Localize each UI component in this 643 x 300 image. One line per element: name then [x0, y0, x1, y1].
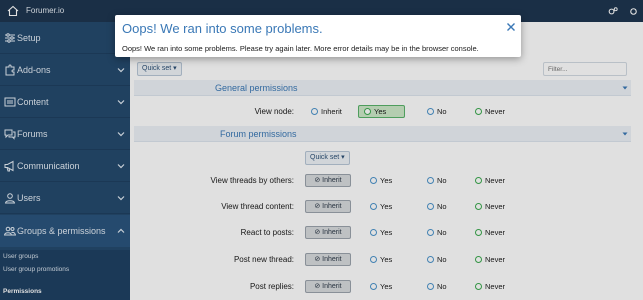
- option-yes[interactable]: Yes: [370, 202, 392, 211]
- content-icon: [4, 97, 16, 107]
- radio-icon: [427, 283, 434, 290]
- inherit-button[interactable]: ⊘ Inherit: [305, 200, 351, 213]
- chevron-down-icon: [117, 164, 125, 169]
- option-no[interactable]: No: [427, 176, 447, 185]
- radio-icon: [370, 203, 377, 210]
- radio-icon: [427, 108, 434, 115]
- megaphone-icon: [4, 160, 14, 172]
- radio-icon: [364, 108, 371, 115]
- comments-icon: [4, 129, 16, 140]
- chevron-down-icon: [117, 132, 125, 137]
- dialog-title: Oops! We ran into some problems.: [122, 21, 323, 36]
- filter-input[interactable]: [543, 62, 627, 76]
- section-title: Forum permissions: [220, 129, 297, 139]
- sidebar-subitem-user-groups[interactable]: User groups: [3, 253, 38, 260]
- option-never[interactable]: Never: [475, 107, 505, 116]
- option-yes[interactable]: Yes: [364, 107, 386, 116]
- sidebar-item-groups-permissions[interactable]: Groups & permissions: [0, 215, 130, 247]
- sidebar-subitem-permissions[interactable]: Permissions: [3, 288, 42, 295]
- radio-icon: [427, 203, 434, 210]
- sidebar-item-label: Setup: [17, 33, 41, 43]
- forum-quick-set-button[interactable]: Quick set ▾: [305, 151, 350, 165]
- radio-icon: [427, 256, 434, 263]
- radio-icon: [475, 283, 482, 290]
- sidebar-item-setup[interactable]: Setup: [0, 22, 130, 54]
- caret-down-icon: [622, 86, 628, 90]
- forum-permissions-header[interactable]: Forum permissions: [134, 126, 631, 142]
- sidebar-item-label: Forums: [17, 129, 48, 139]
- sidebar-subitem-user-group-promotions[interactable]: User group promotions: [3, 266, 69, 273]
- chevron-down-icon: [117, 68, 125, 73]
- chevron-down-icon: [117, 100, 125, 105]
- users-icon: [4, 226, 16, 236]
- caret-down-icon: [622, 132, 628, 136]
- option-yes[interactable]: Yes: [370, 228, 392, 237]
- permission-label: View threads by others:: [210, 176, 294, 185]
- sidebar-item-label: Add-ons: [17, 65, 51, 75]
- permission-label: Post replies:: [249, 282, 294, 291]
- settings-icon[interactable]: [607, 6, 618, 17]
- radio-icon: [475, 177, 482, 184]
- permission-label: View node:: [254, 107, 294, 116]
- main-content: Quick set ▾ General permissions View nod…: [130, 22, 643, 300]
- radio-icon: [427, 177, 434, 184]
- user-icon: [4, 193, 16, 204]
- radio-icon: [370, 177, 377, 184]
- chevron-down-icon: [117, 196, 125, 201]
- option-no[interactable]: No: [427, 202, 447, 211]
- dialog-message: Oops! We ran into some problems. Please …: [122, 44, 479, 53]
- sidebar-item-label: Users: [17, 193, 41, 203]
- radio-icon: [370, 229, 377, 236]
- sidebar-item-label: Content: [17, 97, 49, 107]
- inherit-button[interactable]: ⊘ Inherit: [305, 174, 351, 187]
- option-no[interactable]: No: [427, 282, 447, 291]
- option-no[interactable]: No: [427, 107, 447, 116]
- option-never[interactable]: Never: [475, 202, 505, 211]
- sidebar-item-label: Groups & permissions: [17, 226, 106, 236]
- option-yes[interactable]: Yes: [370, 255, 392, 264]
- sidebar-item-content[interactable]: Content: [0, 86, 130, 118]
- permission-label: React to posts:: [240, 228, 294, 237]
- quick-set-button[interactable]: Quick set ▾: [137, 62, 182, 76]
- option-yes[interactable]: Yes: [370, 176, 392, 185]
- sidebar-item-communication[interactable]: Communication: [0, 150, 130, 182]
- sidebar-item-label: Communication: [17, 161, 80, 171]
- general-permissions-header[interactable]: General permissions: [134, 80, 631, 96]
- radio-icon: [370, 283, 377, 290]
- sidebar-item-add-ons[interactable]: Add-ons: [0, 54, 130, 86]
- inherit-button[interactable]: ⊘ Inherit: [305, 226, 351, 239]
- error-dialog: Oops! We ran into some problems. Oops! W…: [115, 15, 521, 57]
- sliders-icon: [5, 33, 15, 43]
- radio-icon: [311, 108, 318, 115]
- radio-icon: [475, 229, 482, 236]
- sidebar-item-users[interactable]: Users: [0, 182, 130, 214]
- inherit-button[interactable]: ⊘ Inherit: [305, 280, 351, 293]
- radio-icon: [427, 229, 434, 236]
- close-icon[interactable]: [506, 22, 516, 32]
- radio-icon: [475, 108, 482, 115]
- option-never[interactable]: Never: [475, 228, 505, 237]
- sidebar-submenu: User groups User group promotions Permis…: [0, 250, 130, 300]
- radio-icon: [370, 256, 377, 263]
- option-never[interactable]: Never: [475, 282, 505, 291]
- extra-icon[interactable]: [628, 6, 639, 17]
- permission-label: Post new thread:: [233, 255, 294, 264]
- sidebar-item-forums[interactable]: Forums: [0, 118, 130, 150]
- site-name[interactable]: Forumer.io: [26, 6, 64, 15]
- option-no[interactable]: No: [427, 228, 447, 237]
- radio-icon: [475, 203, 482, 210]
- radio-icon: [475, 256, 482, 263]
- option-inherit[interactable]: Inherit: [311, 107, 342, 116]
- option-no[interactable]: No: [427, 255, 447, 264]
- option-yes[interactable]: Yes: [370, 282, 392, 291]
- sidebar: Setup Add-ons Content Forums Communicati…: [0, 22, 130, 300]
- section-title: General permissions: [215, 83, 298, 93]
- permission-label: View thread content:: [221, 202, 294, 211]
- inherit-button[interactable]: ⊘ Inherit: [305, 253, 351, 266]
- option-never[interactable]: Never: [475, 255, 505, 264]
- home-icon[interactable]: [7, 5, 19, 17]
- option-never[interactable]: Never: [475, 176, 505, 185]
- puzzle-icon: [5, 64, 15, 76]
